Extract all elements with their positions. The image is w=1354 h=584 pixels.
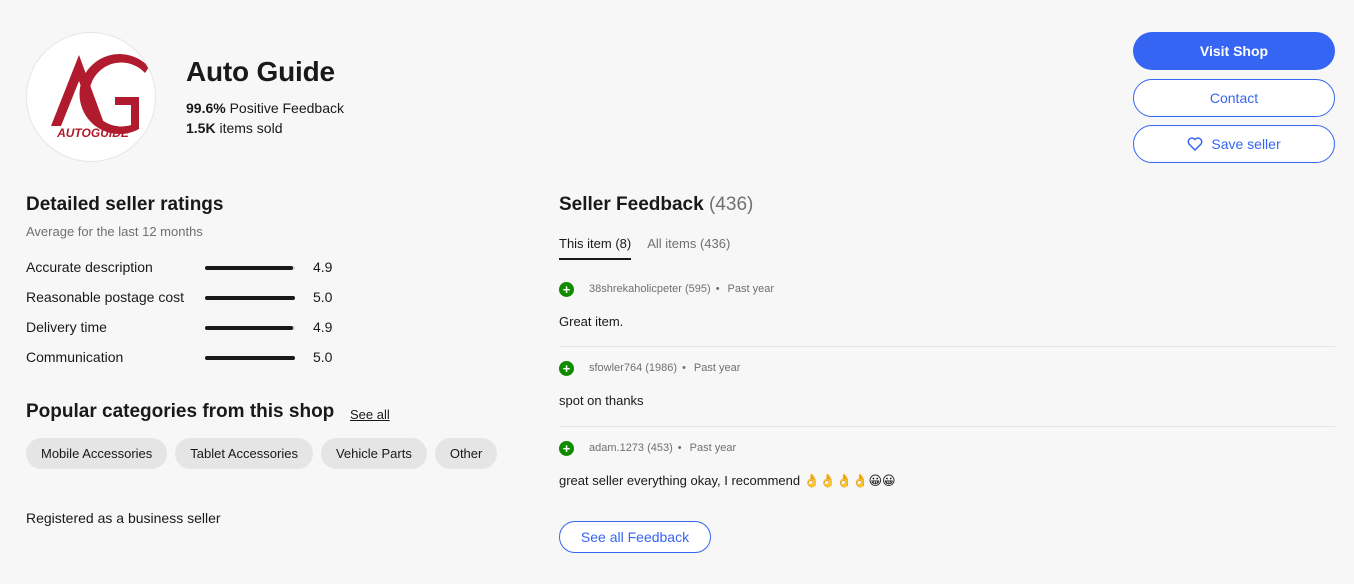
feedback-text: Great item.: [559, 314, 624, 329]
feedback-entry: + sfowler764 (1986) • Past year spot on …: [559, 360, 1335, 408]
visit-shop-button[interactable]: Visit Shop: [1133, 32, 1335, 70]
items-sold-label: items sold: [219, 120, 283, 136]
ratings-subtitle: Average for the last 12 months: [26, 224, 203, 239]
positive-feedback: 99.6% Positive Feedback: [186, 100, 344, 116]
categories-title: Popular categories from this shop: [26, 401, 335, 422]
rating-value: 5.0: [313, 349, 333, 365]
ratings-title: Detailed seller ratings: [26, 194, 224, 215]
positive-plus-icon: +: [559, 360, 574, 376]
category-chip-tablet-accessories[interactable]: Tablet Accessories: [175, 438, 313, 469]
feedback-entry: + adam.1273 (453) • Past year great sell…: [559, 440, 1335, 489]
rating-label: Communication: [26, 349, 124, 365]
items-sold-count: 1.5K: [186, 120, 216, 136]
feedback-text: spot on thanks: [559, 393, 644, 408]
feedback-time: Past year: [693, 362, 741, 374]
rating-bar: [205, 326, 295, 330]
feedback-time: Past year: [727, 283, 775, 295]
see-all-categories-link[interactable]: See all: [350, 407, 390, 422]
divider: [559, 346, 1335, 347]
feedback-time: Past year: [689, 442, 737, 454]
tab-all-items[interactable]: All items (436): [647, 236, 730, 260]
rating-bar: [205, 356, 295, 360]
rating-value: 5.0: [313, 289, 333, 305]
items-sold: 1.5K items sold: [186, 120, 283, 136]
feedback-user: adam.1273 (453): [589, 442, 673, 454]
rating-value: 4.9: [313, 319, 333, 335]
rating-label: Reasonable postage cost: [26, 289, 184, 305]
tab-this-item[interactable]: This item (8): [559, 236, 632, 260]
category-chip-vehicle-parts[interactable]: Vehicle Parts: [320, 438, 427, 469]
rating-row-accurate-description: Accurate description 4.9: [26, 259, 346, 279]
rating-row-delivery-time: Delivery time 4.9: [26, 319, 346, 339]
shop-name[interactable]: Auto Guide: [186, 56, 335, 88]
seller-logo[interactable]: AUTOGUIDE: [26, 32, 156, 162]
rating-row-postage-cost: Reasonable postage cost 5.0: [26, 289, 346, 309]
heart-icon: [1187, 137, 1203, 151]
feedback-title-text: Seller Feedback: [559, 194, 704, 215]
rating-label: Delivery time: [26, 319, 107, 335]
autoguide-logo: AUTOGUIDE: [51, 54, 149, 140]
svg-text:AUTOGUIDE: AUTOGUIDE: [56, 126, 130, 140]
business-seller-note: Registered as a business seller: [26, 510, 221, 526]
feedback-percent: 99.6%: [186, 100, 226, 116]
divider: [559, 426, 1335, 427]
rating-value: 4.9: [313, 259, 333, 275]
feedback-count: (436): [708, 194, 754, 215]
contact-button[interactable]: Contact: [1133, 79, 1335, 117]
positive-plus-icon: +: [559, 440, 574, 456]
feedback-text: great seller everything okay, I recommen…: [559, 473, 896, 488]
category-chip-other[interactable]: Other: [434, 438, 498, 469]
feedback-user: sfowler764 (1986): [589, 362, 678, 374]
category-chips: Mobile Accessories Tablet Accessories Ve…: [26, 438, 498, 469]
rating-bar: [205, 296, 295, 300]
feedback-title: Seller Feedback (436): [559, 194, 753, 216]
rating-row-communication: Communication 5.0: [26, 349, 346, 369]
feedback-tabs: This item (8) All items (436): [559, 236, 730, 260]
rating-label: Accurate description: [26, 259, 153, 275]
save-seller-button[interactable]: Save seller: [1133, 125, 1335, 163]
separator-dot: •: [682, 362, 686, 374]
feedback-user: 38shrekaholicpeter (595): [589, 283, 711, 295]
feedback-label: Positive Feedback: [229, 100, 344, 116]
separator-dot: •: [677, 442, 682, 454]
positive-plus-icon: +: [559, 281, 574, 297]
see-all-feedback-button[interactable]: See all Feedback: [559, 521, 711, 553]
feedback-entry: + 38shrekaholicpeter (595) • Past year G…: [559, 281, 1335, 329]
save-seller-label: Save seller: [1211, 136, 1281, 152]
separator-dot: •: [715, 283, 720, 295]
rating-bar: [205, 266, 295, 270]
category-chip-mobile-accessories[interactable]: Mobile Accessories: [26, 438, 168, 469]
